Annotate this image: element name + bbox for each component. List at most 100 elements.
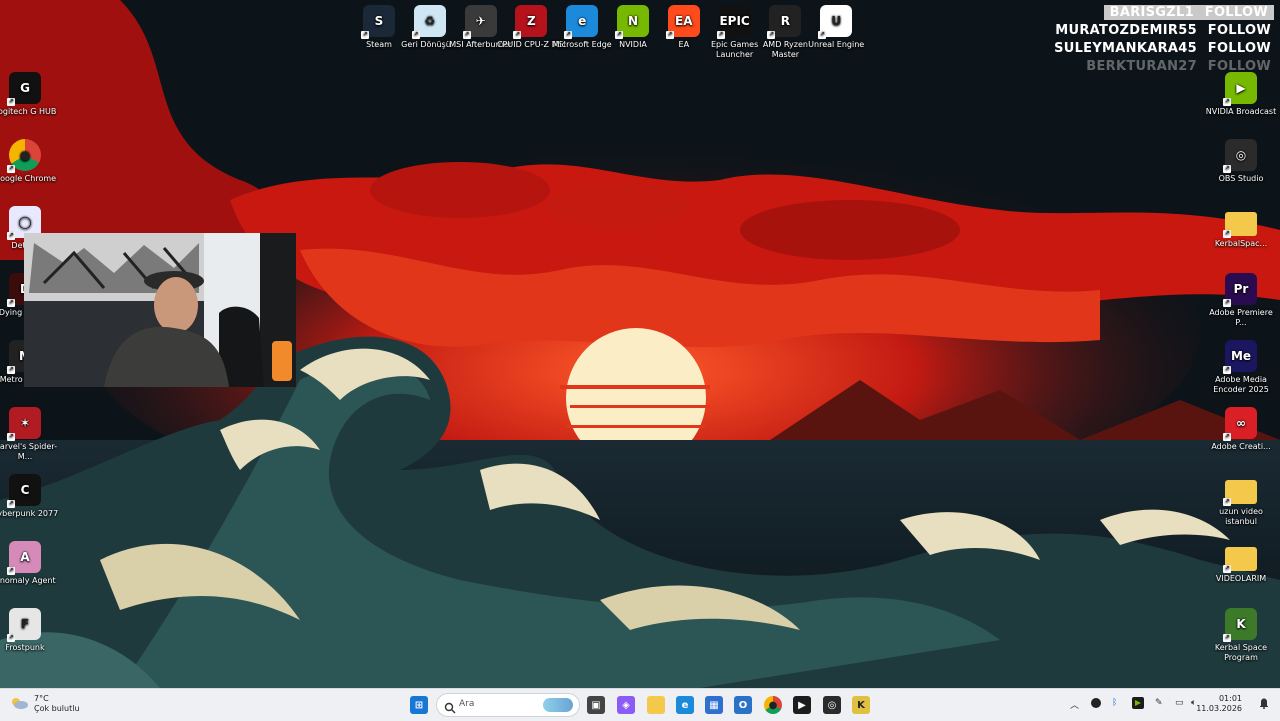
shortcut-arrow-icon: ↗: [411, 31, 420, 39]
folder-icon: ↗: [1223, 480, 1257, 506]
shortcut-arrow-icon: ↗: [1223, 230, 1231, 238]
desktop-icon-kerbal[interactable]: K ↗ Kerbal Space Program: [1205, 608, 1277, 663]
follow-alerts-overlay: BARISGZL1 FOLLOW MURATOZDEMIR55 FOLLOW S…: [1051, 4, 1274, 76]
taskbar-clock[interactable]: 01:01 11.03.2026: [1196, 694, 1242, 714]
obs-icon: ◎: [823, 696, 841, 714]
desktop-icon-unreal[interactable]: U ↗ Unreal Engine: [800, 5, 872, 50]
copilot-button[interactable]: ◈: [614, 693, 638, 717]
search-highlight-icon: [543, 698, 573, 712]
desktop-icon-folder[interactable]: ↗ uzun video istanbul: [1205, 474, 1277, 527]
store-icon: ▦: [705, 696, 723, 714]
file-explorer-button[interactable]: [644, 693, 668, 717]
follow-username: BARISGZL1: [1106, 5, 1197, 20]
notification-bell-icon[interactable]: [1258, 697, 1270, 712]
outlook-button[interactable]: O: [731, 693, 755, 717]
desktop-icon-anomaly-agent[interactable]: A ↗ Anomaly Agent: [0, 541, 61, 586]
edge-taskbar-button[interactable]: e: [673, 693, 697, 717]
desktop-icon-label: Google Chrome: [0, 174, 57, 183]
follow-alert: BARISGZL1 FOLLOW: [1051, 4, 1274, 22]
task-view-button[interactable]: ▣: [584, 693, 608, 717]
folder-icon: ↗: [1223, 547, 1257, 573]
shortcut-arrow-icon: ↗: [615, 31, 623, 39]
desktop-icon-cyberpunk[interactable]: C↗Cyberpunk 2077: [0, 474, 61, 519]
desktop-icon-label: VIDEOLARIM: [1215, 574, 1267, 583]
shortcut-arrow-icon: ↗: [1223, 565, 1231, 573]
store-button[interactable]: ▦: [702, 693, 726, 717]
chevron-up-icon[interactable]: ︿: [1070, 698, 1079, 711]
shortcut-arrow-icon: ↗: [818, 31, 827, 39]
kerbal-taskbar-button[interactable]: K: [849, 693, 873, 717]
desktop-icon-folder[interactable]: ↗ KerbalSpac...: [1205, 206, 1277, 249]
desktop-icon-spiderman[interactable]: ✶↗Marvel's Spider-M...: [0, 407, 61, 462]
desktop-icon-label: KerbalSpac...: [1214, 239, 1268, 248]
shortcut-arrow-icon: ↗: [513, 31, 522, 39]
desktop-icon-creative-cloud[interactable]: ∞ ↗ Adobe Creati...: [1205, 407, 1277, 452]
logitech-icon: G ↗: [7, 72, 41, 106]
outlook-icon: O: [734, 696, 752, 714]
desktop-icon-nvidia-broadcast[interactable]: ▶ ↗ NVIDIA Broadcast: [1205, 72, 1277, 117]
kerbal-icon: K: [852, 696, 870, 714]
follow-username: MURATOZDEMIR55: [1055, 23, 1197, 38]
shortcut-arrow-icon: ↗: [7, 567, 15, 575]
desktop-icon-label: Logitech G HUB: [0, 107, 57, 116]
kerbal-icon: K ↗: [1223, 608, 1257, 642]
desktop-icon-label: Cyberpunk 2077: [0, 509, 59, 518]
shortcut-arrow-icon: ↗: [665, 31, 674, 39]
chrome-taskbar-button[interactable]: ●: [761, 693, 785, 717]
shortcut-arrow-icon: ↗: [7, 500, 15, 508]
chrome-icon: ● ↗: [7, 139, 41, 173]
folder-icon: ↗: [1223, 212, 1257, 238]
follow-action: FOLLOW: [1201, 5, 1271, 20]
desktop-icon-obs[interactable]: ◎ ↗ OBS Studio: [1205, 139, 1277, 184]
ea-icon: EA ↗: [665, 5, 700, 39]
nvidia-icon: N ↗: [615, 5, 649, 39]
network-icon[interactable]: ▭: [1175, 698, 1184, 708]
pen-icon[interactable]: ✎: [1155, 698, 1163, 708]
follow-username: SULEYMANKARA45: [1054, 41, 1197, 56]
nvidia-broadcast-icon: ▶ ↗: [1223, 72, 1257, 106]
clock-time: 01:01: [1218, 694, 1242, 703]
recycle-bin-icon: ♻ ↗: [411, 5, 446, 39]
taskbar-search-box[interactable]: Ara: [436, 693, 580, 717]
desktop-icon-frostpunk[interactable]: F ↗ Frostpunk: [0, 608, 61, 653]
shortcut-arrow-icon: ↗: [361, 31, 369, 39]
shortcut-arrow-icon: ↗: [564, 31, 573, 39]
desktop-icon-media-encoder[interactable]: Me ↗ Adobe Media Encoder 2025: [1205, 340, 1277, 395]
obs-taskbar-button[interactable]: ◎: [820, 693, 844, 717]
premiere-icon: Pr ↗: [1223, 273, 1257, 307]
nvidia-tray-icon[interactable]: [1132, 697, 1144, 712]
weather-widget[interactable]: 7°C Çok bulutlu: [10, 694, 80, 714]
webcam-overlay: [24, 233, 296, 387]
search-icon: [444, 699, 456, 718]
weather-text: Çok bulutlu: [34, 704, 80, 713]
shortcut-arrow-icon: ↗: [7, 232, 15, 240]
shortcut-arrow-icon: ↗: [1223, 165, 1231, 173]
edge-icon: e ↗: [564, 5, 599, 39]
shortcut-arrow-icon: ↗: [7, 165, 15, 173]
desktop-icon-label: NVIDIA Broadcast: [1205, 107, 1277, 116]
nvidia-app-button[interactable]: ▶: [790, 693, 814, 717]
desktop-icon-label: Anomaly Agent: [0, 576, 56, 585]
desktop-icon-label: Adobe Media Encoder 2025: [1213, 375, 1269, 394]
start-button[interactable]: ⊞: [407, 693, 431, 717]
spiderman-icon: ✶ ↗: [7, 407, 41, 441]
app-tray-icon[interactable]: [1090, 697, 1102, 712]
bluetooth-icon[interactable]: ᛒ: [1112, 698, 1117, 708]
epic-games-icon: EPIC ↗: [716, 5, 751, 39]
webcam-feed: [24, 233, 296, 387]
desktop-icon-label: Frostpunk: [5, 643, 45, 652]
desktop-icon-folder[interactable]: ↗ VIDEOLARIM: [1205, 541, 1277, 584]
unreal-icon: U ↗: [818, 5, 853, 39]
shortcut-arrow-icon: ↗: [7, 433, 15, 441]
taskbar: 7°C Çok bulutlu Ara ⊞ ▣ ◈ e ▦ O ● ▶ ◎ K ︿ ᛒ ✎ ▭ 🔈…: [0, 688, 1280, 721]
shortcut-arrow-icon: ↗: [1223, 366, 1231, 374]
desktop-icon-chrome[interactable]: ● ↗ Google Chrome: [0, 139, 61, 184]
desktop-icon-logitech[interactable]: G↗Logitech G HUB: [0, 72, 61, 117]
desktop-icon-premiere[interactable]: Pr ↗ Adobe Premiere P...: [1205, 273, 1277, 328]
shortcut-arrow-icon: ↗: [7, 98, 15, 106]
cyberpunk-icon: C ↗: [7, 474, 41, 508]
frostpunk-icon: F ↗: [7, 608, 41, 642]
msi-afterburner-icon: ✈ ↗: [462, 5, 497, 39]
windows-icon: ⊞: [410, 696, 428, 714]
shortcut-arrow-icon: ↗: [1223, 634, 1231, 642]
